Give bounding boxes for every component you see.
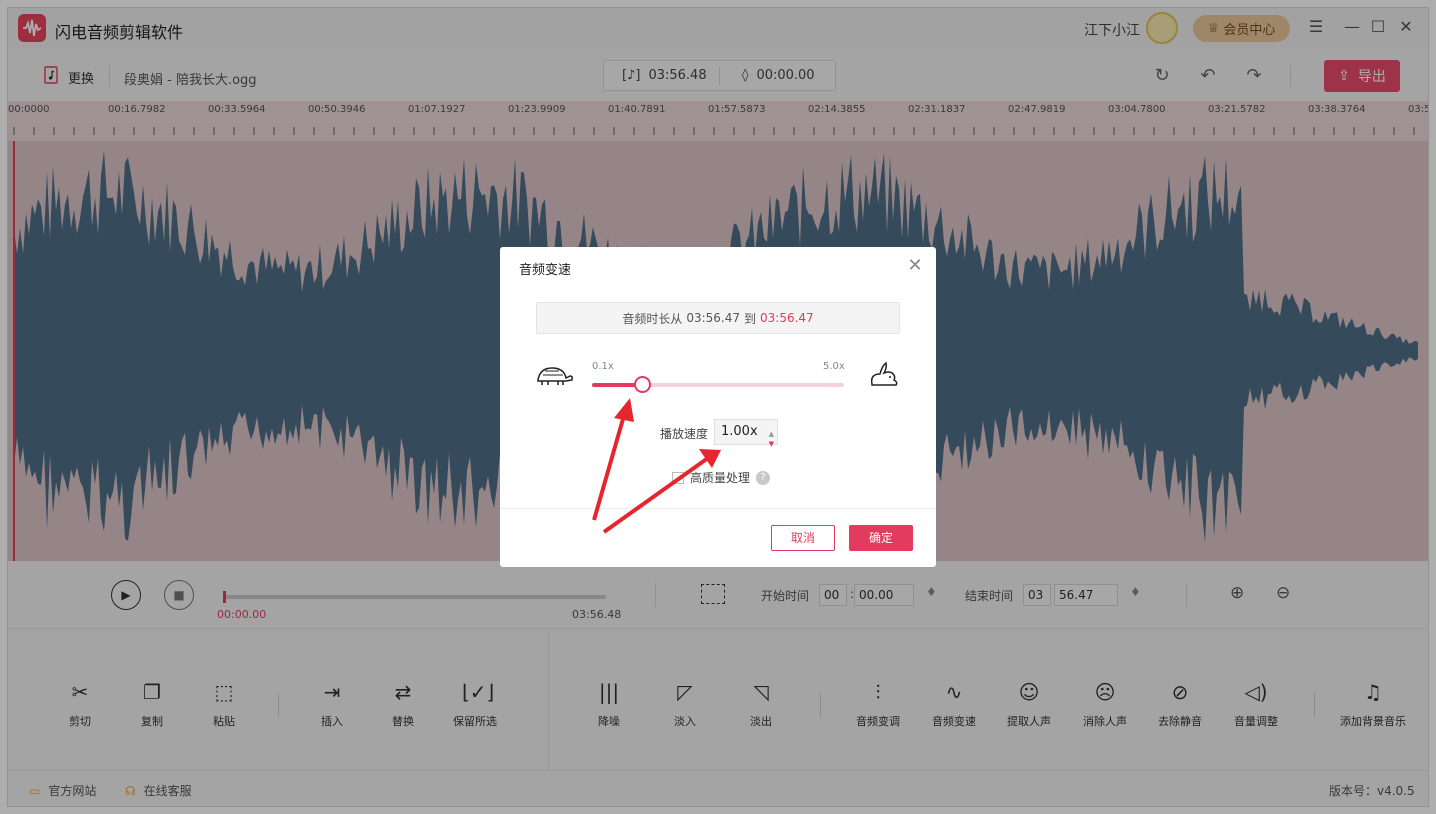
max-speed-label: 5.0x — [823, 361, 845, 372]
close-icon[interactable]: ✕ — [905, 256, 925, 276]
rabbit-icon — [862, 360, 902, 390]
speed-input[interactable]: 1.00x ▲ ▼ — [714, 419, 778, 448]
duration-info: 音频时长从 03:56.47 到 03:56.47 — [536, 302, 900, 334]
high-quality-checkbox[interactable] — [672, 471, 684, 484]
spin-down-icon[interactable]: ▼ — [769, 432, 774, 456]
speed-value: 1.00x — [721, 424, 758, 439]
duration-prefix: 音频时长从 — [622, 311, 683, 326]
confirm-button[interactable]: 确定 — [849, 525, 913, 551]
turtle-icon — [534, 360, 574, 390]
duration-to: 03:56.47 — [760, 311, 814, 325]
high-quality-label: 高质量处理 — [690, 471, 751, 485]
dialog-divider — [500, 508, 936, 509]
dialog-title: 音频变速 — [519, 263, 572, 278]
min-speed-label: 0.1x — [592, 361, 614, 372]
speed-dialog: 音频变速 ✕ 音频时长从 03:56.47 到 03:56.47 0.1x 5.… — [500, 247, 936, 567]
cancel-button[interactable]: 取消 — [771, 525, 835, 551]
speed-slider[interactable] — [592, 376, 844, 393]
help-icon[interactable]: ? — [756, 470, 771, 485]
speed-slider-thumb[interactable] — [634, 376, 652, 393]
high-quality-option[interactable]: 高质量处理 ? — [672, 469, 771, 486]
duration-from: 03:56.47 — [686, 311, 740, 325]
duration-to-word: 到 — [744, 311, 757, 326]
speed-label: 播放速度 — [660, 427, 709, 441]
